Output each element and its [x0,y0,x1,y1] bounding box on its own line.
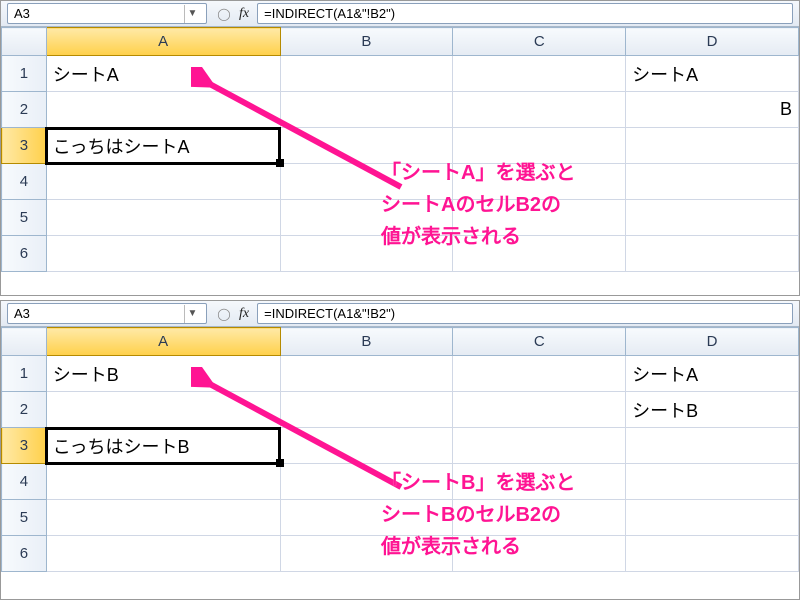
select-all-corner[interactable] [2,28,47,56]
col-header-B[interactable]: B [280,328,453,356]
row-3: 3 こっちはシートB [2,428,799,464]
cell-A5[interactable] [46,500,280,536]
cell-D5[interactable] [626,500,799,536]
cell-C1[interactable] [453,56,626,92]
col-header-C[interactable]: C [453,328,626,356]
cell-D6[interactable] [626,536,799,572]
cell-C2[interactable] [453,392,626,428]
spreadsheet-panel-top: A3 ▼ ◯ fx =INDIRECT(A1&"!B2") A B C D 1 [0,0,800,296]
cell-C1[interactable] [453,356,626,392]
row-header-5[interactable]: 5 [2,500,47,536]
cell-D2[interactable]: B [626,92,799,128]
row-header-6[interactable]: 6 [2,236,47,272]
cell-A4[interactable] [46,164,280,200]
row-header-4[interactable]: 4 [2,464,47,500]
grid-bottom: A B C D 1 シートB シートA 2 シートB 3 こっちは [1,327,799,599]
formula-text: =INDIRECT(A1&"!B2") [264,6,395,21]
column-header-row: A B C D [2,328,799,356]
col-header-A[interactable]: A [46,28,280,56]
dropdown-icon[interactable]: ▼ [184,305,200,323]
name-box-text: A3 [14,306,184,321]
row-header-2[interactable]: 2 [2,392,47,428]
cell-D3[interactable] [626,428,799,464]
cell-D6[interactable] [626,236,799,272]
cell-A2[interactable] [46,92,280,128]
dropdown-icon[interactable]: ▼ [184,5,200,23]
formula-bar: A3 ▼ ◯ fx =INDIRECT(A1&"!B2") [1,1,799,27]
col-header-A[interactable]: A [46,328,280,356]
row-header-2[interactable]: 2 [2,92,47,128]
cell-B3[interactable] [280,428,453,464]
cell-D1[interactable]: シートA [626,56,799,92]
cell-C2[interactable] [453,92,626,128]
formula-bar-controls: ◯ fx [207,303,257,324]
spreadsheet-panel-bottom: A3 ▼ ◯ fx =INDIRECT(A1&"!B2") A B C D 1 [0,300,800,600]
col-header-D[interactable]: D [626,328,799,356]
cell-A6[interactable] [46,236,280,272]
cell-D3[interactable] [626,128,799,164]
col-header-B[interactable]: B [280,28,453,56]
cell-A2[interactable] [46,392,280,428]
cell-A1[interactable]: シートB [46,356,280,392]
circle-icon: ◯ [215,5,233,23]
row-header-3[interactable]: 3 [2,428,47,464]
cell-A5[interactable] [46,200,280,236]
row-header-1[interactable]: 1 [2,56,47,92]
annotation-text-bottom: 「シートB」を選ぶとシートBのセルB2の値が表示される [381,467,575,563]
cell-A4[interactable] [46,464,280,500]
row-header-1[interactable]: 1 [2,356,47,392]
cell-A1[interactable]: シートA [46,56,280,92]
select-all-corner[interactable] [2,328,47,356]
name-box[interactable]: A3 ▼ [7,3,207,24]
annotation-text-top: 「シートA」を選ぶとシートAのセルB2の値が表示される [381,157,575,253]
cell-A3[interactable]: こっちはシートB [46,428,280,464]
circle-icon: ◯ [215,305,233,323]
row-header-5[interactable]: 5 [2,200,47,236]
cell-D1[interactable]: シートA [626,356,799,392]
fx-icon[interactable]: fx [239,6,249,22]
cell-B2[interactable] [280,92,453,128]
cell-D4[interactable] [626,464,799,500]
grid-top: A B C D 1 シートA シートA 2 B 3 こっちはシート [1,27,799,295]
formula-input[interactable]: =INDIRECT(A1&"!B2") [257,303,793,324]
row-header-4[interactable]: 4 [2,164,47,200]
cell-D5[interactable] [626,200,799,236]
row-header-3[interactable]: 3 [2,128,47,164]
cell-B1[interactable] [280,56,453,92]
row-2: 2 B [2,92,799,128]
row-1: 1 シートB シートA [2,356,799,392]
formula-text: =INDIRECT(A1&"!B2") [264,306,395,321]
formula-input[interactable]: =INDIRECT(A1&"!B2") [257,3,793,24]
cell-D4[interactable] [626,164,799,200]
formula-bar-controls: ◯ fx [207,3,257,24]
row-2: 2 シートB [2,392,799,428]
col-header-D[interactable]: D [626,28,799,56]
col-header-C[interactable]: C [453,28,626,56]
cell-A6[interactable] [46,536,280,572]
cell-B1[interactable] [280,356,453,392]
row-1: 1 シートA シートA [2,56,799,92]
cell-B2[interactable] [280,392,453,428]
name-box[interactable]: A3 ▼ [7,303,207,324]
row-header-6[interactable]: 6 [2,536,47,572]
cell-D2[interactable]: シートB [626,392,799,428]
column-header-row: A B C D [2,28,799,56]
fx-icon[interactable]: fx [239,306,249,322]
cell-C3[interactable] [453,428,626,464]
cell-A3[interactable]: こっちはシートA [46,128,280,164]
name-box-text: A3 [14,6,184,21]
formula-bar: A3 ▼ ◯ fx =INDIRECT(A1&"!B2") [1,301,799,327]
